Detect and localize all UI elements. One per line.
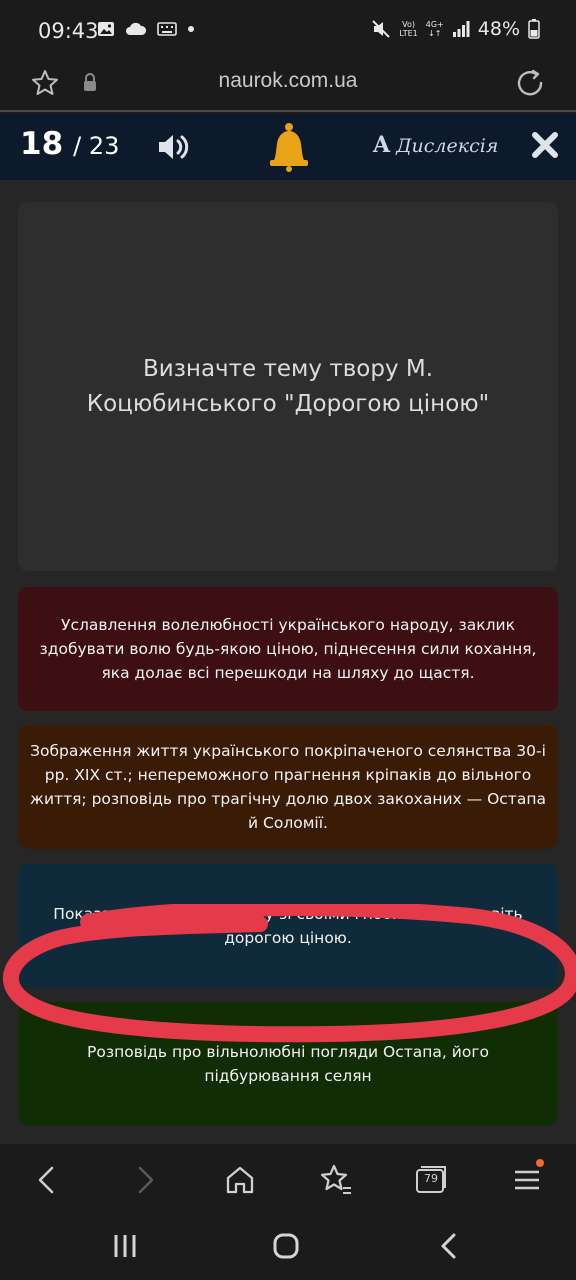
question-total: / 23 bbox=[73, 132, 120, 160]
menu-icon bbox=[515, 1170, 539, 1190]
question-text: Визначте тему твору М. Коцюбинського "До… bbox=[86, 355, 490, 417]
tabs-count: 79 bbox=[424, 1172, 438, 1185]
quiz-header: 18 / 23 A Дислексія bbox=[0, 114, 576, 180]
system-home-icon[interactable] bbox=[271, 1231, 301, 1261]
answer-text: Уславлення волелюбності українського нар… bbox=[39, 616, 537, 682]
answer-option-4[interactable]: Розповідь про вільнолюбні погляди Остапа… bbox=[18, 1002, 558, 1126]
answer-text: Показати боротьбу народу зі своїми гноби… bbox=[53, 905, 523, 947]
bookmarks-icon[interactable] bbox=[319, 1163, 353, 1197]
keyboard-icon bbox=[157, 22, 177, 36]
dyslexia-a-icon: A bbox=[373, 132, 391, 158]
network-top: Vo) bbox=[402, 20, 415, 29]
reload-icon[interactable] bbox=[514, 67, 546, 99]
sound-icon[interactable] bbox=[156, 130, 192, 164]
signal-icon bbox=[452, 21, 470, 37]
battery-text: 48% bbox=[477, 18, 520, 40]
answer-option-1[interactable]: Уславлення волелюбності українського нар… bbox=[18, 587, 558, 711]
tabs-button[interactable]: 79 bbox=[414, 1163, 448, 1197]
bell-icon[interactable] bbox=[266, 122, 312, 172]
status-time: 09:43 bbox=[38, 19, 99, 43]
system-nav-bar bbox=[0, 1215, 576, 1280]
question-current: 18 bbox=[20, 126, 64, 162]
browser-address-bar: naurok.com.ua bbox=[0, 62, 576, 112]
question-card: Визначте тему твору М. Коцюбинського "До… bbox=[18, 202, 558, 571]
menu-button[interactable] bbox=[510, 1159, 544, 1197]
signal-type: 4G+ bbox=[425, 20, 444, 29]
question-counter: 18 / 23 bbox=[20, 126, 119, 162]
network-bottom: LTE1 bbox=[399, 29, 418, 38]
recents-icon[interactable] bbox=[110, 1231, 140, 1261]
status-icons-left bbox=[97, 21, 195, 37]
cloud-icon bbox=[126, 22, 147, 35]
image-icon bbox=[98, 22, 114, 36]
mute-icon bbox=[372, 20, 391, 38]
back-icon[interactable] bbox=[30, 1163, 64, 1197]
url-text[interactable]: naurok.com.ua bbox=[0, 69, 576, 93]
quiz-main: Визначте тему твору М. Коцюбинського "До… bbox=[0, 180, 576, 1144]
status-bar: 09:43 Vo) LTE1 4G+ ↓↑ 48% bbox=[0, 0, 576, 62]
answer-text: Зображення життя українського покріпачен… bbox=[30, 742, 546, 832]
home-icon[interactable] bbox=[223, 1163, 257, 1197]
answer-text: Розповідь про вільнолюбні погляди Остапа… bbox=[87, 1043, 489, 1085]
browser-bottom-nav: 79 bbox=[0, 1145, 576, 1215]
dyslexia-label: Дислексія bbox=[396, 135, 499, 157]
battery-icon bbox=[528, 19, 540, 39]
notification-dot bbox=[536, 1159, 544, 1167]
answer-option-3[interactable]: Показати боротьбу народу зі своїми гноби… bbox=[18, 864, 558, 988]
dot-icon bbox=[188, 26, 194, 32]
status-icons-right: Vo) LTE1 4G+ ↓↑ 48% bbox=[371, 18, 540, 40]
close-icon[interactable] bbox=[531, 131, 559, 159]
answer-option-2[interactable]: Зображення життя українського покріпачен… bbox=[18, 725, 558, 849]
system-back-icon[interactable] bbox=[434, 1231, 464, 1261]
forward-icon[interactable] bbox=[128, 1163, 162, 1197]
dyslexia-button[interactable]: A Дислексія bbox=[373, 132, 498, 158]
